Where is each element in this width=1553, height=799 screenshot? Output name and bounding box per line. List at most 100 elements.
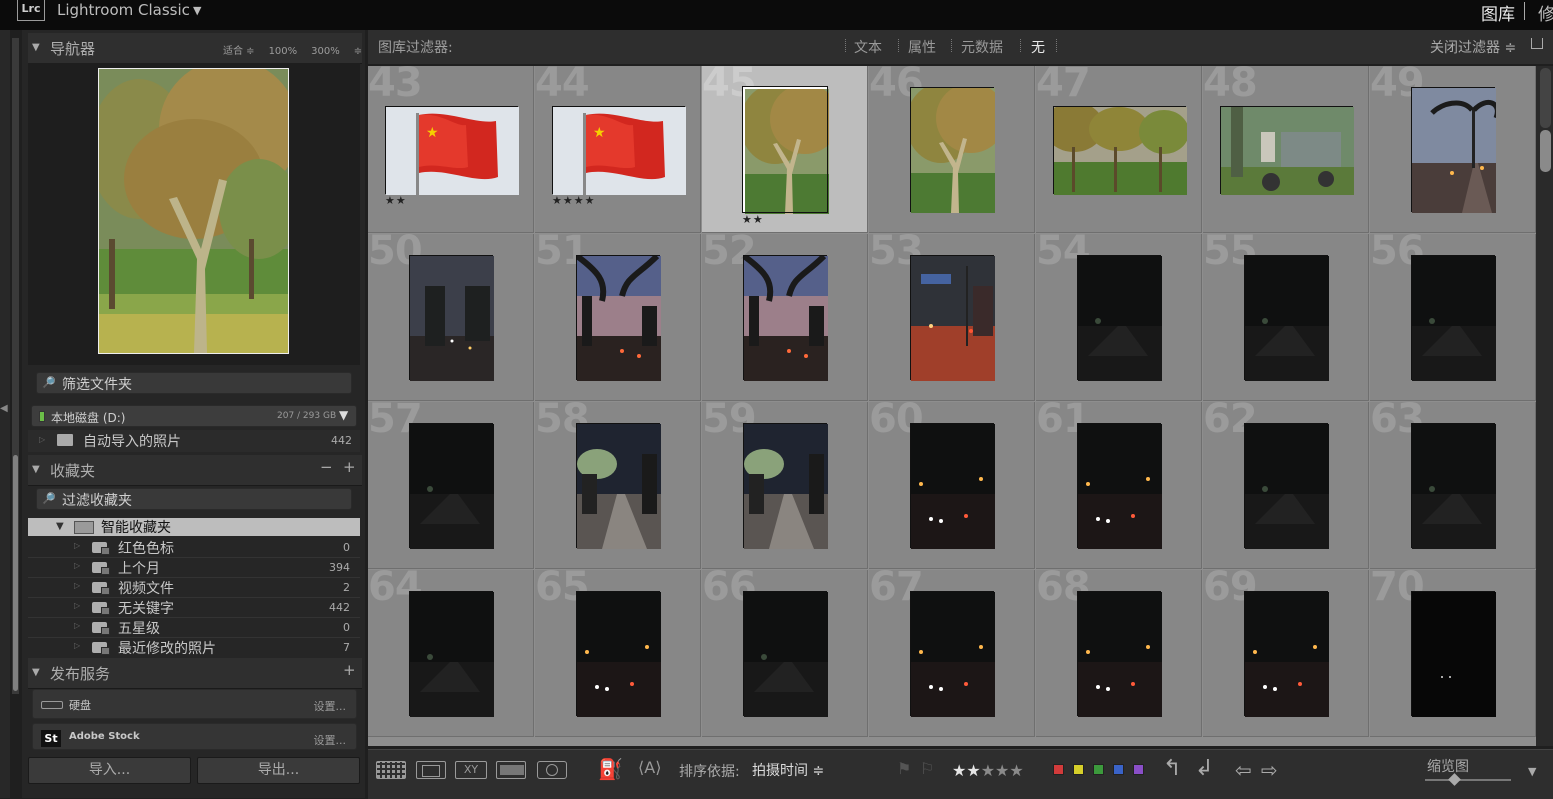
folder-search-input[interactable]: 🔎 筛选文件夹 (36, 372, 352, 394)
photo-thumbnail[interactable] (1244, 423, 1329, 549)
sort-select[interactable]: 拍摄时间 ≑ (752, 760, 824, 780)
collection-item-recently-modified[interactable]: ▷ 最近修改的照片 7 (28, 637, 360, 657)
module-library[interactable]: 图库 (1481, 0, 1515, 25)
color-label-red[interactable] (1053, 764, 1064, 775)
filter-text[interactable]: 文本 (854, 37, 882, 57)
rating-star[interactable]: ★ (981, 761, 995, 780)
rating-star[interactable]: ★ (952, 761, 966, 780)
survey-view-icon[interactable] (496, 761, 526, 779)
color-label-yellow[interactable] (1073, 764, 1084, 775)
photo-thumbnail[interactable] (1077, 591, 1162, 717)
photo-grid[interactable]: 43 ★ ★★ 44 ★ ★★★★ 45 ★★ 46 47 48 49 50 51 52 53 54 55 56 57… (368, 66, 1536, 746)
grid-cell-54[interactable]: 54 (1036, 234, 1202, 401)
photo-thumbnail[interactable] (1220, 106, 1354, 195)
photo-thumbnail[interactable] (910, 423, 995, 549)
photo-thumbnail[interactable] (1077, 423, 1162, 549)
toolbar-menu-chevron-down-icon[interactable]: ▼ (1528, 765, 1536, 778)
grid-cell-61[interactable]: 61 (1036, 402, 1202, 569)
grid-cell-48[interactable]: 48 (1203, 66, 1369, 233)
grid-cell-64[interactable]: 64 (368, 570, 534, 737)
photo-thumbnail[interactable] (1411, 423, 1496, 549)
grid-cell-55[interactable]: 55 (1203, 234, 1369, 401)
triangle-down-icon[interactable]: ▼ (32, 464, 40, 475)
grid-cell-70[interactable]: 70 (1370, 570, 1536, 737)
app-menu-chevron-down-icon[interactable]: ▼ (193, 4, 201, 17)
previous-photo-arrow-icon[interactable]: ⇦ (1235, 758, 1252, 782)
zoom-100[interactable]: 100% (269, 46, 298, 57)
photo-thumbnail[interactable] (910, 255, 995, 381)
rotate-left-icon[interactable]: ↰ (1163, 756, 1181, 781)
grid-cell-65[interactable]: 65 (535, 570, 701, 737)
loupe-view-icon[interactable] (416, 761, 446, 779)
grid-cell-49[interactable]: 49 (1370, 66, 1536, 233)
photo-thumbnail[interactable] (576, 591, 661, 717)
grid-cell-68[interactable]: 68 (1036, 570, 1202, 737)
rotate-right-icon[interactable]: ↲ (1195, 756, 1213, 781)
triangle-down-icon[interactable]: ▼ (32, 667, 40, 678)
grid-cell-62[interactable]: 62 (1203, 402, 1369, 569)
filter-none[interactable]: 无 (1031, 37, 1045, 57)
grid-cell-47[interactable]: 47 (1036, 66, 1202, 233)
sort-direction-icon[interactable]: ⟨A⟩ (638, 758, 661, 777)
photo-rating-stars[interactable]: ★★ (385, 194, 407, 207)
spray-can-icon[interactable]: ⛽ (598, 757, 623, 781)
photo-thumbnail[interactable] (743, 591, 828, 717)
grid-cell-52[interactable]: 52 (702, 234, 868, 401)
zoom-fit[interactable]: 适合 ≑ (223, 46, 255, 57)
add-service-plus-icon[interactable]: + (343, 661, 356, 679)
collection-item-last-month[interactable]: ▷ 上个月 394 (28, 557, 360, 578)
grid-cell-60[interactable]: 60 (869, 402, 1035, 569)
photo-thumbnail[interactable]: ★ (385, 106, 519, 195)
compare-view-icon[interactable]: XY (455, 761, 487, 779)
photo-thumbnail[interactable] (1411, 591, 1496, 717)
people-view-icon[interactable] (537, 761, 567, 779)
service-setup-button[interactable]: 设置... (314, 698, 347, 714)
service-setup-button[interactable]: 设置... (314, 732, 347, 748)
photo-thumbnail[interactable] (1077, 255, 1162, 381)
grid-cell-50[interactable]: 50 (368, 234, 534, 401)
zoom-300[interactable]: 300% (311, 46, 340, 57)
next-photo-arrow-icon[interactable]: ⇨ (1261, 758, 1278, 782)
grid-cell-45[interactable]: 45 ★★ (702, 66, 868, 233)
grid-cell-58[interactable]: 58 (535, 402, 701, 569)
disk-triangle-down-icon[interactable]: ▼ (339, 408, 348, 422)
remove-collection-minus-icon[interactable]: − (320, 458, 333, 476)
photo-thumbnail[interactable] (1053, 106, 1187, 195)
local-disk-row[interactable]: 本地磁盘 (D:) 207 / 293 GB ▼ (31, 405, 357, 427)
grid-cell-69[interactable]: 69 (1203, 570, 1369, 737)
rating-stars[interactable]: ★★★★★ (952, 761, 1024, 780)
lock-icon[interactable] (1531, 38, 1543, 49)
photo-thumbnail[interactable] (1244, 255, 1329, 381)
rating-star[interactable]: ★ (966, 761, 980, 780)
photo-thumbnail[interactable] (409, 255, 494, 381)
collection-item-no-keywords[interactable]: ▷ 无关键字 442 (28, 597, 360, 618)
photo-thumbnail[interactable] (743, 423, 828, 549)
photo-thumbnail[interactable] (910, 87, 995, 213)
grid-cell-66[interactable]: 66 (702, 570, 868, 737)
rating-star[interactable]: ★ (1009, 761, 1023, 780)
color-label-blue[interactable] (1113, 764, 1124, 775)
photo-rating-stars[interactable]: ★★ (742, 213, 764, 226)
photo-thumbnail[interactable]: ★ (552, 106, 686, 195)
close-filter-button[interactable]: 关闭过滤器 ≑ (1430, 37, 1516, 57)
navigator-zoom-options[interactable]: 适合 ≑ 100% 300% ≑ (223, 42, 376, 57)
collection-item-red-label[interactable]: ▷ 红色色标 0 (28, 537, 360, 558)
grid-cell-53[interactable]: 53 (869, 234, 1035, 401)
photo-thumbnail[interactable] (576, 423, 661, 549)
photo-thumbnail[interactable] (576, 255, 661, 381)
add-collection-plus-icon[interactable]: + (343, 458, 356, 476)
photo-thumbnail[interactable] (1244, 591, 1329, 717)
photo-thumbnail[interactable] (742, 86, 829, 214)
zoom-more[interactable]: ≑ (354, 46, 362, 57)
thumbnail-size-slider[interactable] (1425, 779, 1511, 781)
collection-item-video[interactable]: ▷ 视频文件 2 (28, 577, 360, 598)
grid-cell-67[interactable]: 67 (869, 570, 1035, 737)
photo-thumbnail[interactable] (409, 591, 494, 717)
photo-rating-stars[interactable]: ★★★★ (552, 194, 595, 207)
collection-search-input[interactable]: 🔎 过滤收藏夹 (36, 488, 352, 510)
import-button[interactable]: 导入... (28, 757, 191, 784)
export-button[interactable]: 导出... (197, 757, 360, 784)
service-adobe-stock[interactable]: St Adobe Stock 设置... (32, 723, 357, 750)
rating-star[interactable]: ★ (995, 761, 1009, 780)
triangle-down-icon[interactable]: ▼ (56, 521, 64, 532)
